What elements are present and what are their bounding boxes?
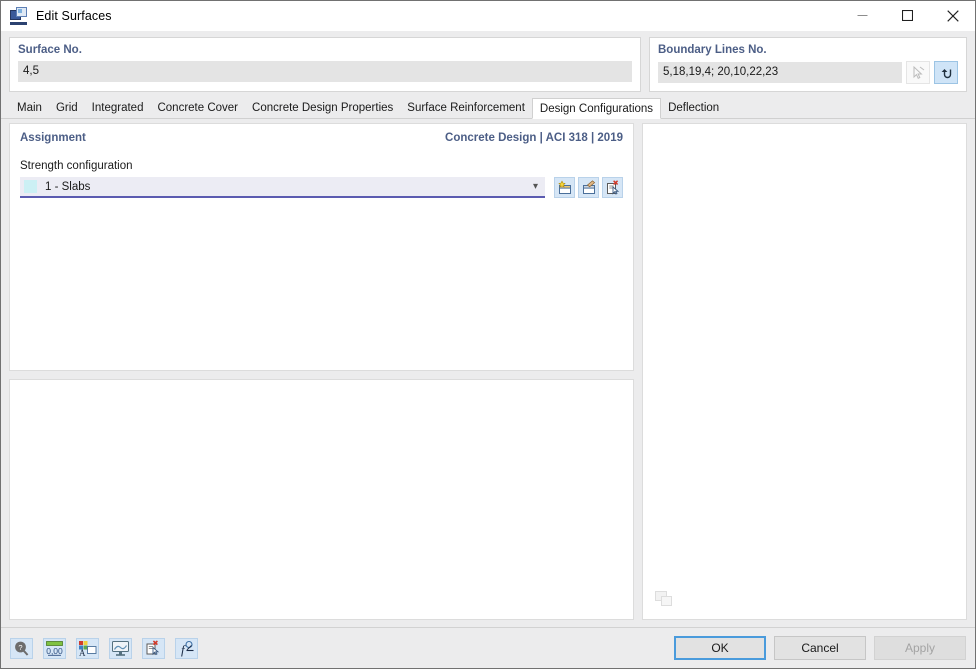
decimal-places-icon[interactable]: 0,00 xyxy=(43,637,66,659)
svg-text:0,00: 0,00 xyxy=(46,646,63,656)
edit-item-icon[interactable] xyxy=(578,177,599,198)
tab-surface-reinforcement[interactable]: Surface Reinforcement xyxy=(400,98,532,118)
footer-tool-group: ? 0,00 A f xyxy=(10,637,198,659)
text-style-icon[interactable]: A xyxy=(76,637,99,659)
surface-no-input[interactable] xyxy=(18,61,632,82)
tab-integrated[interactable]: Integrated xyxy=(85,98,151,118)
tab-main[interactable]: Main xyxy=(10,98,49,118)
tab-deflection[interactable]: Deflection xyxy=(661,98,726,118)
preview-panel xyxy=(642,123,967,620)
help-magnifier-icon[interactable]: ? xyxy=(10,637,33,659)
left-column: Assignment Concrete Design | ACI 318 | 2… xyxy=(9,123,634,620)
strength-configuration-value: 1 - Slabs xyxy=(45,180,91,193)
tab-concrete-cover[interactable]: Concrete Cover xyxy=(150,98,245,118)
assignment-title: Assignment xyxy=(20,132,86,144)
dialog-buttons: OK Cancel Apply xyxy=(674,636,966,660)
boundary-lines-no-input[interactable] xyxy=(658,62,902,83)
boundary-lines-no-panel: Boundary Lines No. xyxy=(649,37,967,92)
window-controls xyxy=(840,0,975,31)
numbers-row: Surface No. Boundary Lines No. xyxy=(1,31,975,94)
strength-configuration-select[interactable]: 1 - Slabs ▾ xyxy=(20,177,545,198)
boundary-lines-no-label: Boundary Lines No. xyxy=(658,44,767,56)
svg-text:?: ? xyxy=(18,643,22,652)
window-title: Edit Surfaces xyxy=(36,8,112,23)
tab-strip: Main Grid Integrated Concrete Cover Conc… xyxy=(1,98,975,119)
footer-bar: ? 0,00 A f OK Cancel Apply xyxy=(1,628,975,668)
return-arrow-icon[interactable] xyxy=(934,61,958,84)
delete-item-icon[interactable] xyxy=(602,177,623,198)
surface-no-label: Surface No. xyxy=(18,44,82,56)
monitor-icon[interactable] xyxy=(109,637,132,659)
surfaces-icon xyxy=(10,6,28,25)
preview-thumbnail-icon xyxy=(655,591,673,607)
maximize-icon[interactable] xyxy=(885,0,930,31)
dialog-body: Assignment Concrete Design | ACI 318 | 2… xyxy=(1,119,975,620)
lower-details-panel xyxy=(9,379,634,620)
new-item-icon[interactable] xyxy=(554,177,575,198)
surface-no-panel: Surface No. xyxy=(9,37,641,92)
close-icon[interactable] xyxy=(930,0,975,31)
apply-button: Apply xyxy=(874,636,966,660)
design-standard-label: Concrete Design | ACI 318 | 2019 xyxy=(445,132,623,144)
configuration-color-swatch xyxy=(24,180,37,193)
strength-configuration-label: Strength configuration xyxy=(20,160,133,172)
tab-concrete-design-properties[interactable]: Concrete Design Properties xyxy=(245,98,400,118)
cancel-button[interactable]: Cancel xyxy=(774,636,866,660)
tab-grid[interactable]: Grid xyxy=(49,98,85,118)
title-bar: Edit Surfaces xyxy=(1,0,975,31)
edit-surfaces-dialog: Edit Surfaces Surface No. Boundary Lines… xyxy=(0,0,976,669)
select-cursor-icon[interactable] xyxy=(906,61,930,84)
bottom-overflow-strip xyxy=(1,663,975,668)
svg-text:A: A xyxy=(79,648,86,657)
delete-list-icon[interactable] xyxy=(142,637,165,659)
tab-design-configurations[interactable]: Design Configurations xyxy=(531,98,662,119)
minimize-icon[interactable] xyxy=(840,0,885,31)
function-icon[interactable]: f xyxy=(175,637,198,659)
chevron-down-icon: ▾ xyxy=(532,180,538,192)
ok-button[interactable]: OK xyxy=(674,636,766,660)
assignment-panel: Assignment Concrete Design | ACI 318 | 2… xyxy=(9,123,634,371)
